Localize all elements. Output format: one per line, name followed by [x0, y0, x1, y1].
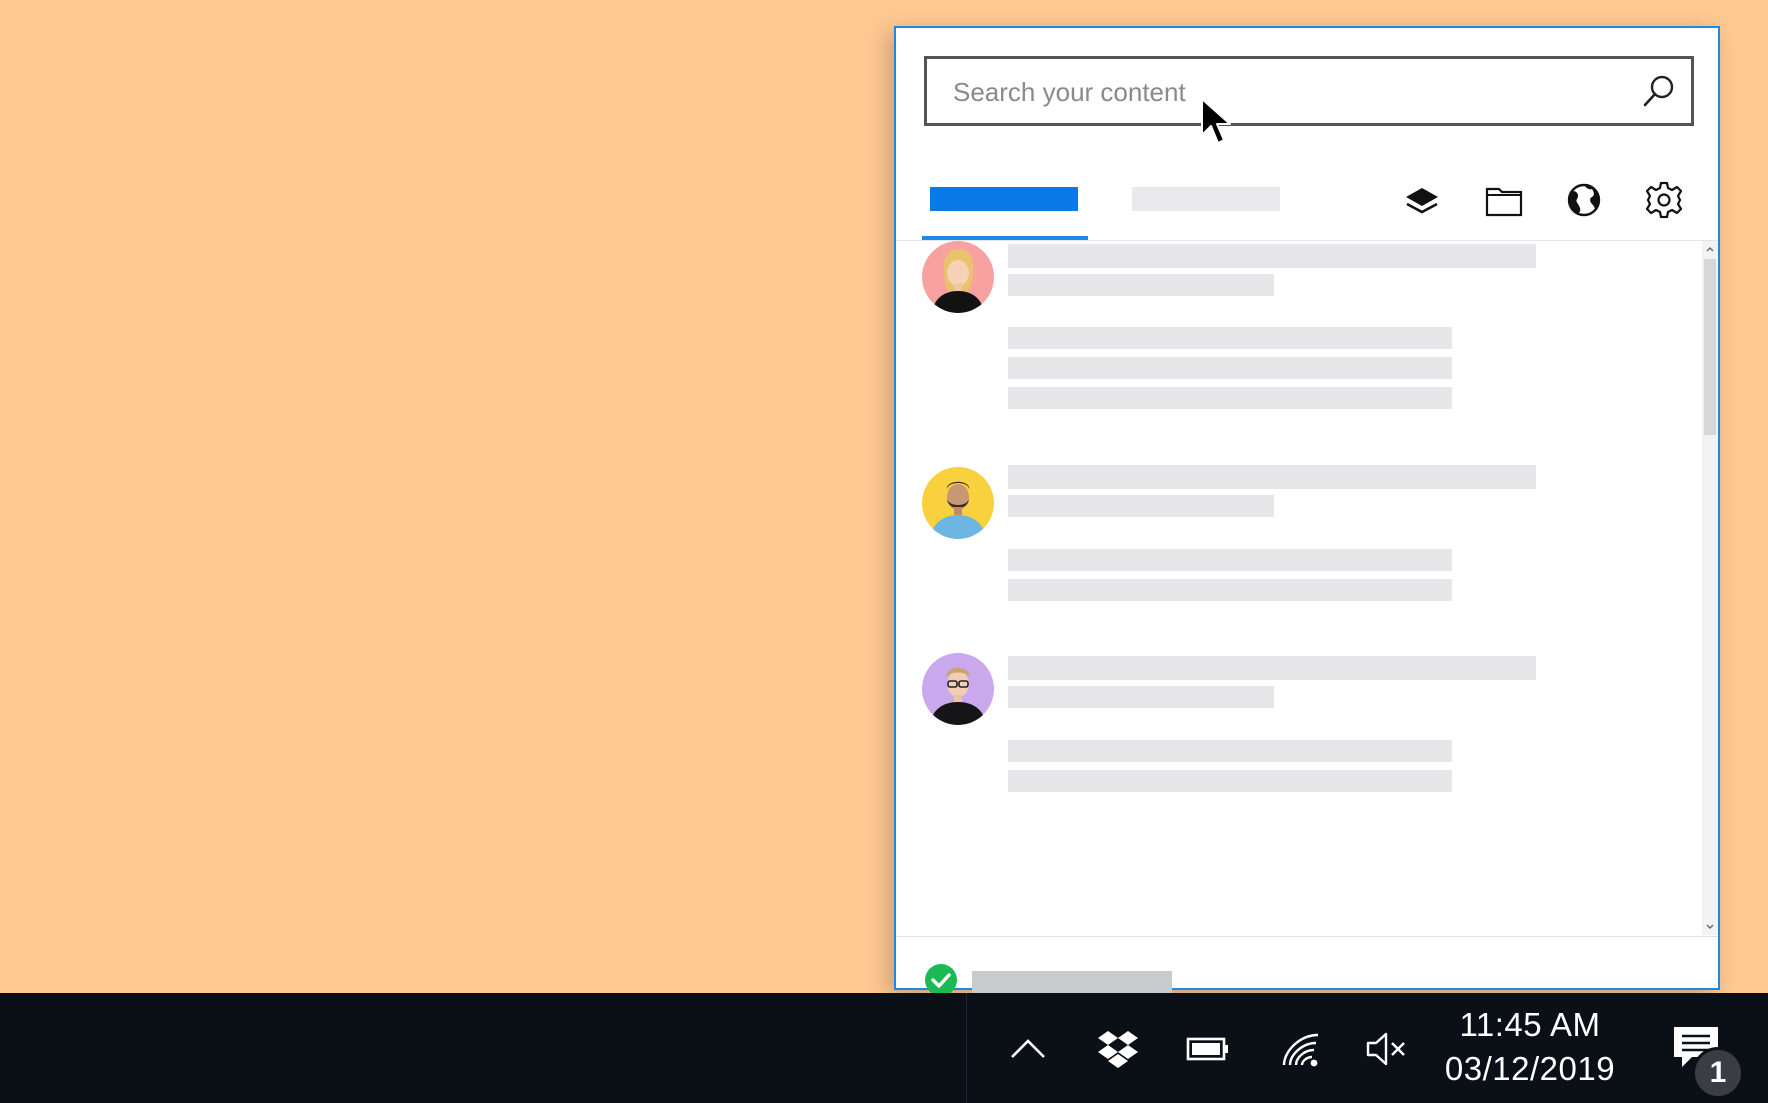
- scroll-up-arrow-icon[interactable]: [1702, 241, 1718, 257]
- volume-mute-icon[interactable]: [1364, 1025, 1412, 1073]
- tab-inactive[interactable]: [1122, 140, 1282, 240]
- skeleton-line: [1008, 244, 1536, 268]
- search-icon[interactable]: [1641, 73, 1677, 109]
- tab-label-placeholder: [1132, 187, 1280, 211]
- layers-icon[interactable]: [1402, 180, 1442, 220]
- skeleton-line: [1008, 274, 1274, 296]
- mouse-cursor-icon: [1201, 98, 1231, 144]
- dropbox-popup-panel: [894, 26, 1720, 997]
- avatar-bearded-man[interactable]: [922, 467, 994, 539]
- chevron-up-icon[interactable]: [1004, 1025, 1052, 1073]
- taskbar: 11:45 AM 03/12/2019 1: [0, 993, 1768, 1103]
- feed-scrollbar[interactable]: [1702, 241, 1718, 935]
- skeleton-line: [1008, 495, 1274, 517]
- sync-status-footer: [896, 936, 1718, 997]
- gear-icon[interactable]: [1644, 180, 1684, 220]
- scroll-down-arrow-icon[interactable]: [1702, 919, 1718, 935]
- check-circle-icon: [925, 964, 957, 996]
- search-input[interactable]: [951, 59, 1635, 125]
- globe-icon[interactable]: [1564, 180, 1604, 220]
- tab-active[interactable]: [922, 140, 1088, 240]
- clock-date: 03/12/2019: [1444, 1050, 1616, 1087]
- tab-label-placeholder: [930, 187, 1078, 211]
- skeleton-line: [1008, 549, 1452, 571]
- scrollbar-thumb[interactable]: [1704, 259, 1716, 435]
- activity-feed[interactable]: [896, 241, 1702, 935]
- notification-count-badge[interactable]: 1: [1692, 1047, 1744, 1099]
- clock-time: 11:45 AM: [1459, 1006, 1601, 1043]
- tray-divider: [966, 993, 967, 1103]
- wifi-icon[interactable]: [1278, 1025, 1326, 1073]
- skeleton-line: [1008, 740, 1452, 762]
- skeleton-line: [1008, 357, 1452, 379]
- skeleton-line: [1008, 770, 1452, 792]
- search-box[interactable]: [924, 56, 1694, 126]
- avatar-man-glasses[interactable]: [922, 653, 994, 725]
- folder-icon[interactable]: [1484, 180, 1524, 220]
- skeleton-line: [1008, 686, 1274, 708]
- avatar-woman[interactable]: [922, 241, 994, 313]
- skeleton-line: [1008, 465, 1536, 489]
- skeleton-line: [1008, 387, 1452, 409]
- taskbar-clock[interactable]: 11:45 AM 03/12/2019: [1420, 1003, 1640, 1093]
- skeleton-line: [1008, 579, 1452, 601]
- skeleton-line: [1008, 656, 1536, 680]
- tabs-row: [896, 140, 1718, 241]
- battery-icon[interactable]: [1184, 1025, 1232, 1073]
- skeleton-line: [1008, 327, 1452, 349]
- dropbox-icon[interactable]: [1094, 1025, 1142, 1073]
